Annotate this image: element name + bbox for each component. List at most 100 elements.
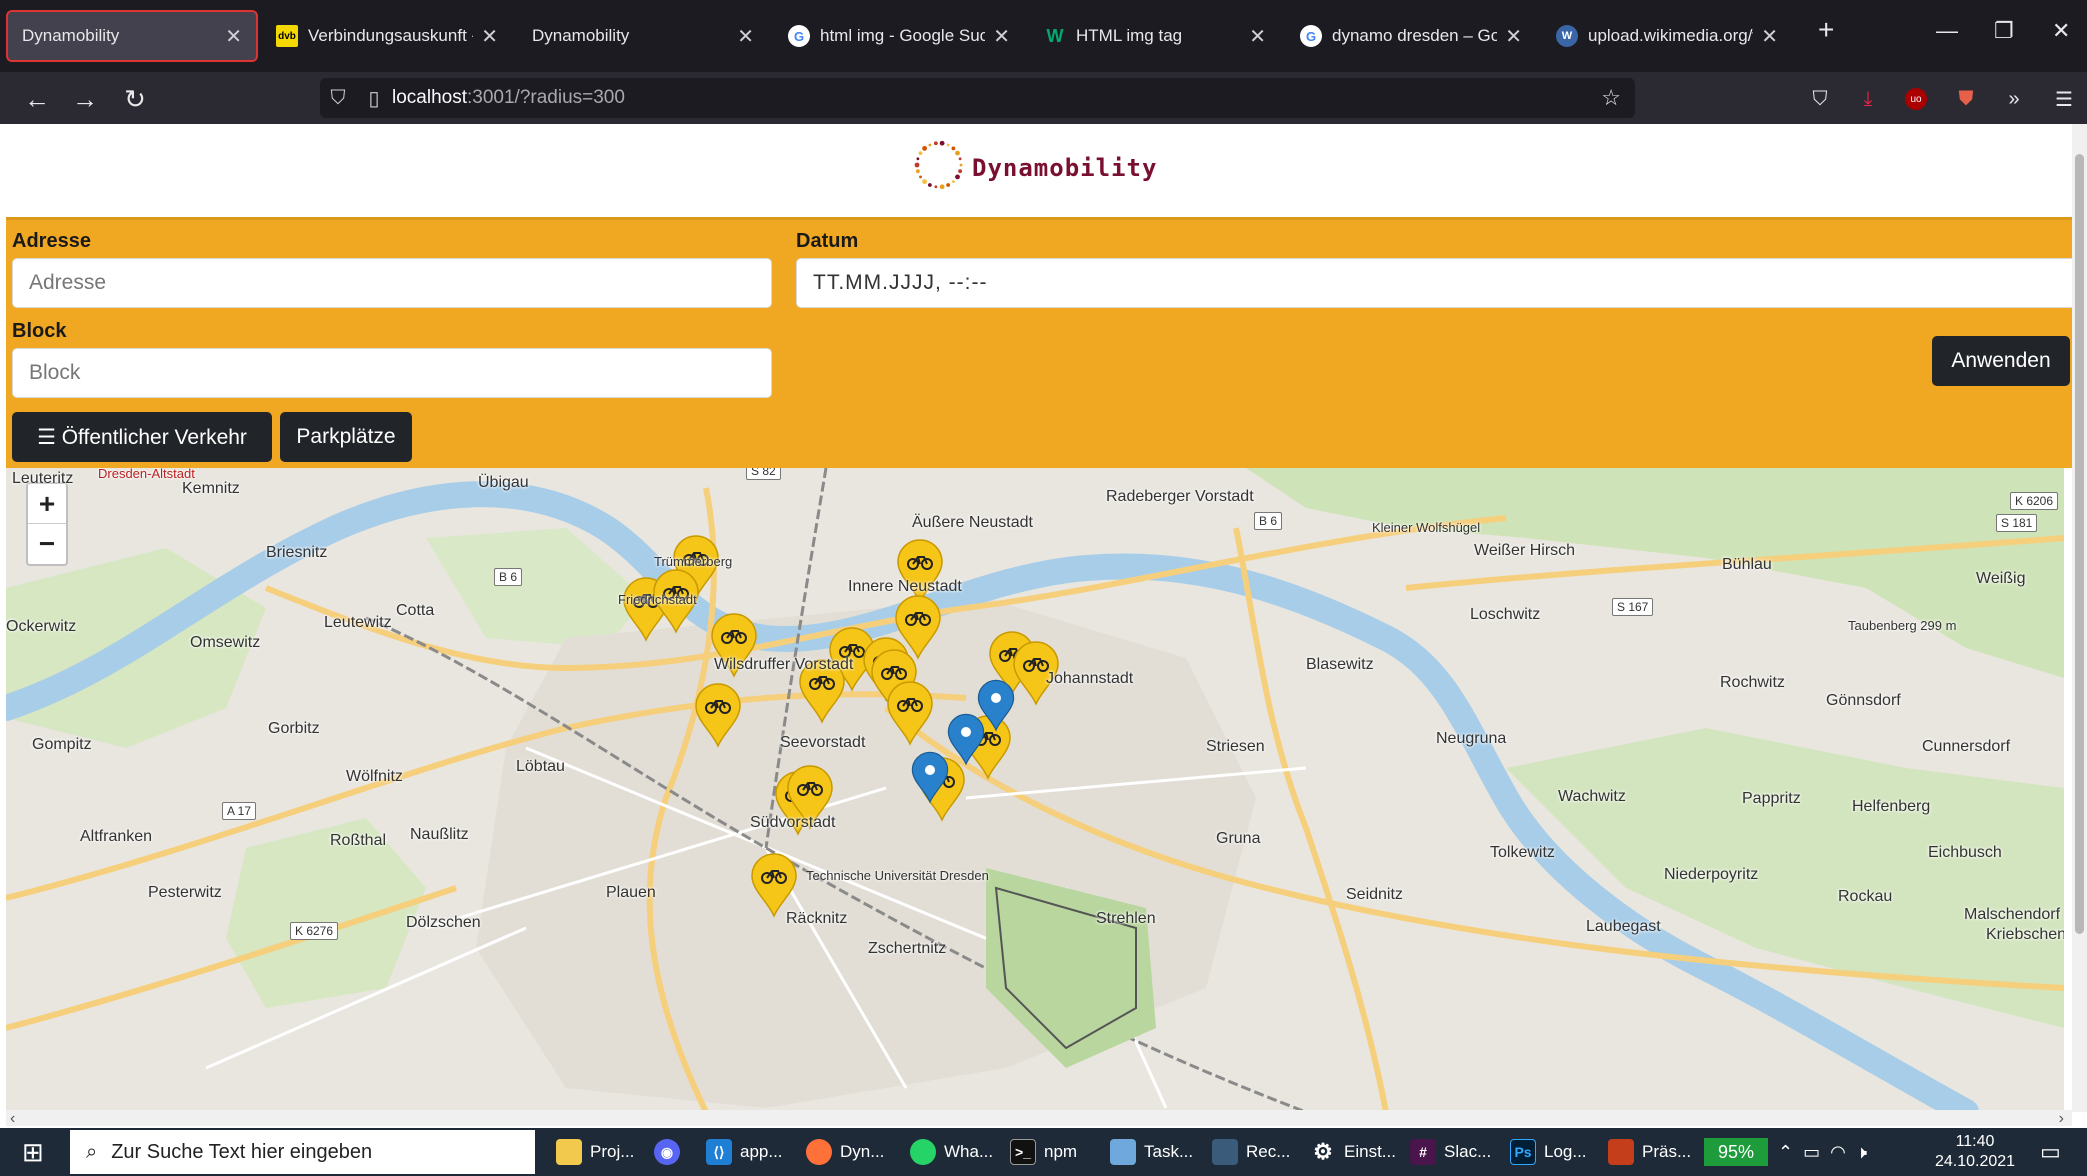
app-label: Dyn... <box>840 1142 885 1161</box>
tab-wikimedia[interactable]: W upload.wikimedia.org/w ✕ <box>1542 10 1792 62</box>
search-icon: ⌕ <box>86 1140 98 1163</box>
taskbar-app-powerpoint[interactable]: Präs... <box>1608 1128 1691 1176</box>
map-label: Seevorstadt <box>780 734 866 751</box>
map-label: Tolkewitz <box>1490 844 1555 861</box>
block-input[interactable]: Block <box>12 348 772 398</box>
taskbar-app-firefox[interactable]: Dyn... <box>806 1128 884 1176</box>
app-label: Rec... <box>1246 1142 1291 1161</box>
taskbar-search-input[interactable]: ⌕ Zur Suche Text hier eingeben <box>70 1130 535 1174</box>
windows-start-icon[interactable]: ⊞ <box>22 1128 44 1176</box>
scroll-left-icon[interactable]: ‹ <box>10 1110 15 1128</box>
close-icon[interactable]: ✕ <box>1249 24 1266 49</box>
bookmark-star-icon[interactable]: ☆ <box>1601 85 1621 111</box>
close-icon[interactable]: ✕ <box>1505 24 1522 49</box>
tab-html-img-google[interactable]: G html img - Google Suche ✕ <box>774 10 1024 62</box>
taskbar-app-photoshop[interactable]: Ps Log... <box>1510 1128 1587 1176</box>
folder-icon <box>556 1139 582 1165</box>
taskbar-app-discord[interactable]: ◉ <box>654 1128 688 1176</box>
tab-verbindungsauskunft[interactable]: dvb Verbindungsauskunft - D ✕ <box>262 10 512 62</box>
map-label: Pappritz <box>1742 790 1801 807</box>
scroll-right-icon[interactable]: › <box>2059 1110 2064 1128</box>
map-label: Briesnitz <box>266 544 328 561</box>
w3schools-favicon-icon: W <box>1046 25 1064 46</box>
adresse-label: Adresse <box>12 230 91 252</box>
map-label: Plauen <box>606 884 656 901</box>
menu-icon[interactable]: ☰ <box>2050 86 2078 112</box>
battery-badge[interactable]: 95% <box>1704 1138 1768 1166</box>
taskbar-app-vscode[interactable]: ⟨⟩ app... <box>706 1128 783 1176</box>
road-number-label: A 17 <box>222 802 257 820</box>
map-label: Eichbusch <box>1928 844 2002 861</box>
reload-icon[interactable]: ↻ <box>116 80 154 118</box>
map-label: Altfranken <box>80 828 153 845</box>
datum-input[interactable]: TT.MM.JJJJ, --:-- <box>796 258 2072 308</box>
close-icon[interactable]: ✕ <box>481 24 498 49</box>
road-number-label: K 6276 <box>290 922 339 940</box>
zoom-in-button[interactable]: + <box>28 484 66 524</box>
firefox-icon <box>806 1139 832 1165</box>
window-close-icon[interactable]: ✕ <box>2052 18 2070 44</box>
tab-html-img-tag[interactable]: W HTML img tag ✕ <box>1030 10 1280 62</box>
parking-button[interactable]: Parkplätze <box>280 412 412 462</box>
forward-icon[interactable]: → <box>66 80 104 118</box>
map-label: Weißer Hirsch <box>1474 542 1576 559</box>
tab-label: Verbindungsauskunft - D <box>308 26 473 45</box>
tab-dynamobility[interactable]: Dynamobility ✕ <box>518 10 768 62</box>
close-icon[interactable]: ✕ <box>225 24 242 49</box>
map-label: Helfenberg <box>1852 798 1931 815</box>
map-label: Kleiner Wolfshügel <box>1372 520 1481 535</box>
taskbar-app-calculator[interactable]: Rec... <box>1212 1128 1290 1176</box>
map-label: Zschertnitz <box>868 940 947 957</box>
vertical-scrollbar[interactable] <box>2072 124 2087 1112</box>
map-label: Kriebschendorf <box>1986 926 2064 943</box>
ublock-icon[interactable]: uo <box>1902 86 1930 112</box>
apply-button[interactable]: Anwenden <box>1932 336 2070 386</box>
google-favicon-icon: G <box>788 25 810 47</box>
clock-date: 24.10.2021 <box>1934 1153 2016 1170</box>
close-icon[interactable]: ✕ <box>1761 24 1778 49</box>
notification-icon[interactable]: ▭ <box>2040 1128 2061 1176</box>
zoom-out-button[interactable]: − <box>28 524 66 564</box>
close-icon[interactable]: ✕ <box>993 24 1010 49</box>
horizontal-scrollbar[interactable]: ‹ › <box>6 1110 2072 1128</box>
map-label: Südvorstadt <box>750 814 836 831</box>
map-label: Leutewitz <box>324 614 392 631</box>
page-icon: ▯ <box>368 87 380 110</box>
taskbar-app-npm[interactable]: >_ npm <box>1010 1128 1077 1176</box>
url-bar[interactable]: ⛉ ▯ localhost:3001/?radius=300 ☆ <box>320 78 1635 118</box>
scroll-thumb[interactable] <box>2075 154 2084 934</box>
taskbar-app-settings[interactable]: ⚙ Einst... <box>1310 1128 1396 1176</box>
new-tab-icon[interactable]: + <box>1818 14 1834 46</box>
map-label: Johannstadt <box>1046 670 1134 687</box>
map-label: Seidnitz <box>1346 886 1403 903</box>
close-icon[interactable]: ✕ <box>737 24 754 49</box>
taskbar-app-whatsapp[interactable]: Wha... <box>910 1128 993 1176</box>
more-tools-icon[interactable]: » <box>2000 86 2028 112</box>
zoom-control: + − <box>26 482 68 566</box>
clock[interactable]: 11:40 24.10.2021 <box>1930 1132 2020 1172</box>
adresse-input[interactable]: Adresse <box>12 258 772 308</box>
app-label: Einst... <box>1344 1142 1396 1161</box>
map[interactable]: + − Leuteritz Dresden-Altstadt Kemnitz Übig… <box>6 468 2064 1112</box>
restore-icon[interactable]: ❐ <box>1994 18 2014 44</box>
minimize-icon[interactable]: — <box>1936 18 1958 44</box>
terminal-icon: >_ <box>1010 1139 1036 1165</box>
shield-icon[interactable]: ⛉ <box>320 87 356 110</box>
map-label: Wachwitz <box>1558 788 1626 805</box>
map-label: Malschendorf <box>1964 906 2061 923</box>
taskbar-app-slack[interactable]: # Slac... <box>1410 1128 1491 1176</box>
tab-label: Dynamobility <box>532 26 630 45</box>
map-label: Friedrichstadt <box>618 592 697 607</box>
pocket-icon[interactable]: ⛉ <box>1806 86 1834 112</box>
tab-dynamo-dresden[interactable]: G dynamo dresden – Goog ✕ <box>1286 10 1536 62</box>
discord-icon: ◉ <box>654 1139 680 1165</box>
system-tray-icons[interactable]: ⌃ ▭ ◠ 🕨 <box>1778 1128 1867 1176</box>
download-icon[interactable]: ⤓ <box>1854 86 1882 112</box>
public-transport-button[interactable]: ☰ Öffentlicher Verkehr <box>12 412 272 462</box>
map-label: Omsewitz <box>190 634 261 651</box>
tab-dynamobility-active[interactable]: Dynamobility ✕ <box>6 10 258 62</box>
taskbar-app-explorer[interactable]: Proj... <box>556 1128 634 1176</box>
back-icon[interactable]: ← <box>18 80 56 118</box>
taskbar-app-taskmanager[interactable]: Task... <box>1110 1128 1193 1176</box>
privacy-badger-icon[interactable]: ⛊ <box>1952 86 1980 112</box>
